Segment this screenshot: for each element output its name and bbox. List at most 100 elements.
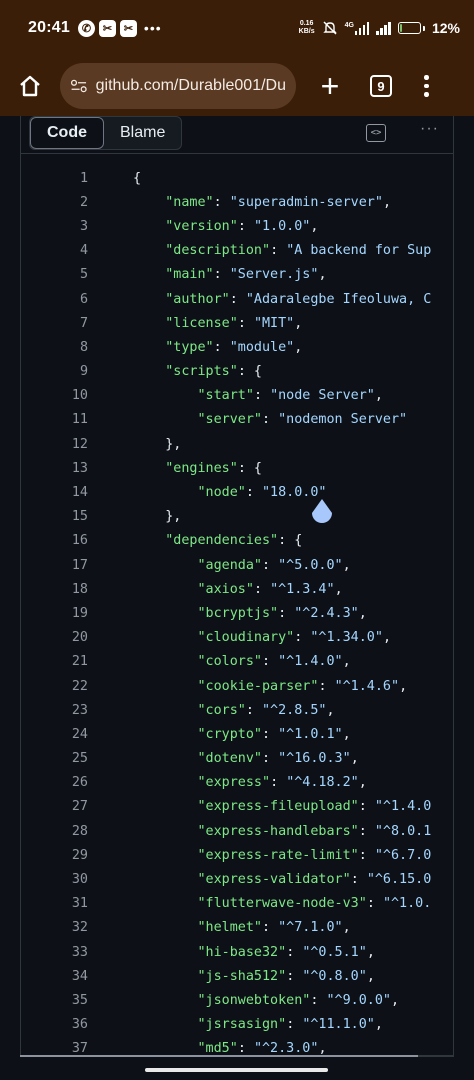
json-key: "start" <box>197 388 254 404</box>
line-number[interactable]: 23 <box>21 703 88 718</box>
line-number[interactable]: 3 <box>21 219 88 234</box>
line-number[interactable]: 21 <box>21 654 88 669</box>
json-punctuation: , <box>399 678 408 694</box>
status-time: 20:41 <box>28 19 70 36</box>
line-number[interactable]: 27 <box>21 799 88 814</box>
code-line: 11 "server": "nodemon Server" <box>21 408 453 432</box>
line-number[interactable]: 31 <box>21 896 88 911</box>
line-number[interactable]: 10 <box>21 388 88 403</box>
line-number[interactable]: 25 <box>21 751 88 766</box>
line-number[interactable]: 28 <box>21 824 88 839</box>
notification-icons: ✆ ✂ ✂ ••• <box>77 19 162 37</box>
code-panel: Code Blame <> ··· 1{2 "name": "superadmi… <box>20 116 454 1056</box>
line-number[interactable]: 17 <box>21 558 88 573</box>
line-number[interactable]: 24 <box>21 727 88 742</box>
line-number[interactable]: 7 <box>21 316 88 331</box>
line-code: "express-rate-limit": "^6.7.0 <box>88 847 432 863</box>
more-options-icon[interactable]: ··· <box>420 120 439 138</box>
json-key: "express-fileupload" <box>197 799 359 815</box>
json-punctuation: : <box>237 1041 254 1056</box>
json-key: "helmet" <box>197 920 263 936</box>
line-number[interactable]: 35 <box>21 993 88 1008</box>
json-punctuation: : <box>213 339 230 355</box>
text-cursor-handle-icon[interactable] <box>309 497 335 529</box>
address-bar[interactable]: github.com/Durable001/Du <box>60 63 296 109</box>
site-settings-icon[interactable] <box>70 77 88 95</box>
line-number[interactable]: 9 <box>21 364 88 379</box>
line-number[interactable]: 19 <box>21 606 88 621</box>
json-string: "^1.4.0" <box>278 654 343 670</box>
line-number[interactable]: 4 <box>21 243 88 258</box>
line-code: "colors": "^1.4.0", <box>88 654 351 669</box>
gesture-nav-handle[interactable] <box>145 1068 328 1072</box>
json-punctuation: : <box>262 412 279 428</box>
line-number[interactable]: 11 <box>21 412 88 427</box>
network-type: 4G <box>344 21 354 29</box>
json-punctuation: : <box>358 847 375 863</box>
json-punctuation: , <box>350 751 359 767</box>
line-number[interactable]: 22 <box>21 679 88 694</box>
line-number[interactable]: 29 <box>21 848 88 863</box>
horizontal-scrollbar-thumb[interactable] <box>20 1055 418 1057</box>
whatsapp-icon: ✆ <box>77 19 95 37</box>
json-punctuation: : <box>213 267 230 283</box>
line-number[interactable]: 37 <box>21 1041 88 1056</box>
line-number[interactable]: 33 <box>21 945 88 960</box>
new-tab-button[interactable]: + <box>316 70 344 102</box>
json-key: "flutterwave-node-v3" <box>197 896 367 912</box>
json-punctuation: , <box>342 654 351 670</box>
json-key: "main" <box>165 267 214 283</box>
line-code: "flutterwave-node-v3": "^1.0. <box>88 896 432 912</box>
line-number[interactable]: 8 <box>21 340 88 355</box>
line-code: "axios": "^1.3.4", <box>88 582 343 597</box>
code-line: 7 "license": "MIT", <box>21 311 453 335</box>
line-number[interactable]: 15 <box>21 509 88 524</box>
json-punctuation: : <box>237 218 254 234</box>
json-punctuation: : { <box>278 533 303 549</box>
code-line: 16 "dependencies": { <box>21 529 453 553</box>
line-code: "helmet": "^7.1.0", <box>88 920 351 935</box>
json-punctuation: : <box>245 702 262 718</box>
tab-blame[interactable]: Blame <box>104 117 181 149</box>
json-key: "scripts" <box>165 364 238 380</box>
line-number[interactable]: 18 <box>21 582 88 597</box>
home-icon <box>20 75 40 97</box>
line-number[interactable]: 26 <box>21 775 88 790</box>
json-punctuation: , <box>382 630 391 646</box>
json-key: "type" <box>165 339 214 355</box>
tab-switcher-button[interactable]: 9 <box>370 75 392 97</box>
line-code: "md5": "^2.3.0", <box>88 1041 327 1056</box>
tab-code[interactable]: Code <box>30 116 104 149</box>
line-number[interactable]: 34 <box>21 969 88 984</box>
browser-menu-button[interactable] <box>424 75 429 97</box>
line-number[interactable]: 5 <box>21 267 88 282</box>
line-number[interactable]: 30 <box>21 872 88 887</box>
json-punctuation: : <box>278 605 295 621</box>
line-number[interactable]: 2 <box>21 195 88 210</box>
json-key: "md5" <box>197 1041 238 1056</box>
json-string: "A backend for Sup <box>286 243 432 259</box>
line-code: "express-validator": "^6.15.0 <box>88 872 432 887</box>
line-code: { <box>88 171 141 186</box>
line-code: "author": "Adaralegbe Ifeoluwa, C <box>88 292 431 307</box>
line-number[interactable]: 12 <box>21 437 88 452</box>
net-speed-value: 0.16 <box>299 20 314 27</box>
line-number[interactable]: 13 <box>21 461 88 476</box>
json-key: "agenda" <box>197 557 263 573</box>
code-line: 34 "js-sha512": "^0.8.0", <box>21 964 453 988</box>
code-line: 33 "hi-base32": "^0.5.1", <box>21 940 453 964</box>
raw-code-icon[interactable]: <> <box>366 123 387 142</box>
json-key: "description" <box>165 243 271 259</box>
line-number[interactable]: 16 <box>21 533 88 548</box>
line-number[interactable]: 1 <box>21 171 88 186</box>
line-number[interactable]: 14 <box>21 485 88 500</box>
json-string: "^2.4.3" <box>294 605 359 621</box>
line-number[interactable]: 36 <box>21 1017 88 1032</box>
line-number[interactable]: 20 <box>21 630 88 645</box>
url-text: github.com/Durable001/Du <box>95 77 286 94</box>
line-number[interactable]: 6 <box>21 292 88 307</box>
home-button[interactable] <box>12 68 48 104</box>
code-line: 3 "version": "1.0.0", <box>21 214 453 238</box>
line-number[interactable]: 32 <box>21 920 88 935</box>
json-punctuation: , <box>318 1041 327 1056</box>
